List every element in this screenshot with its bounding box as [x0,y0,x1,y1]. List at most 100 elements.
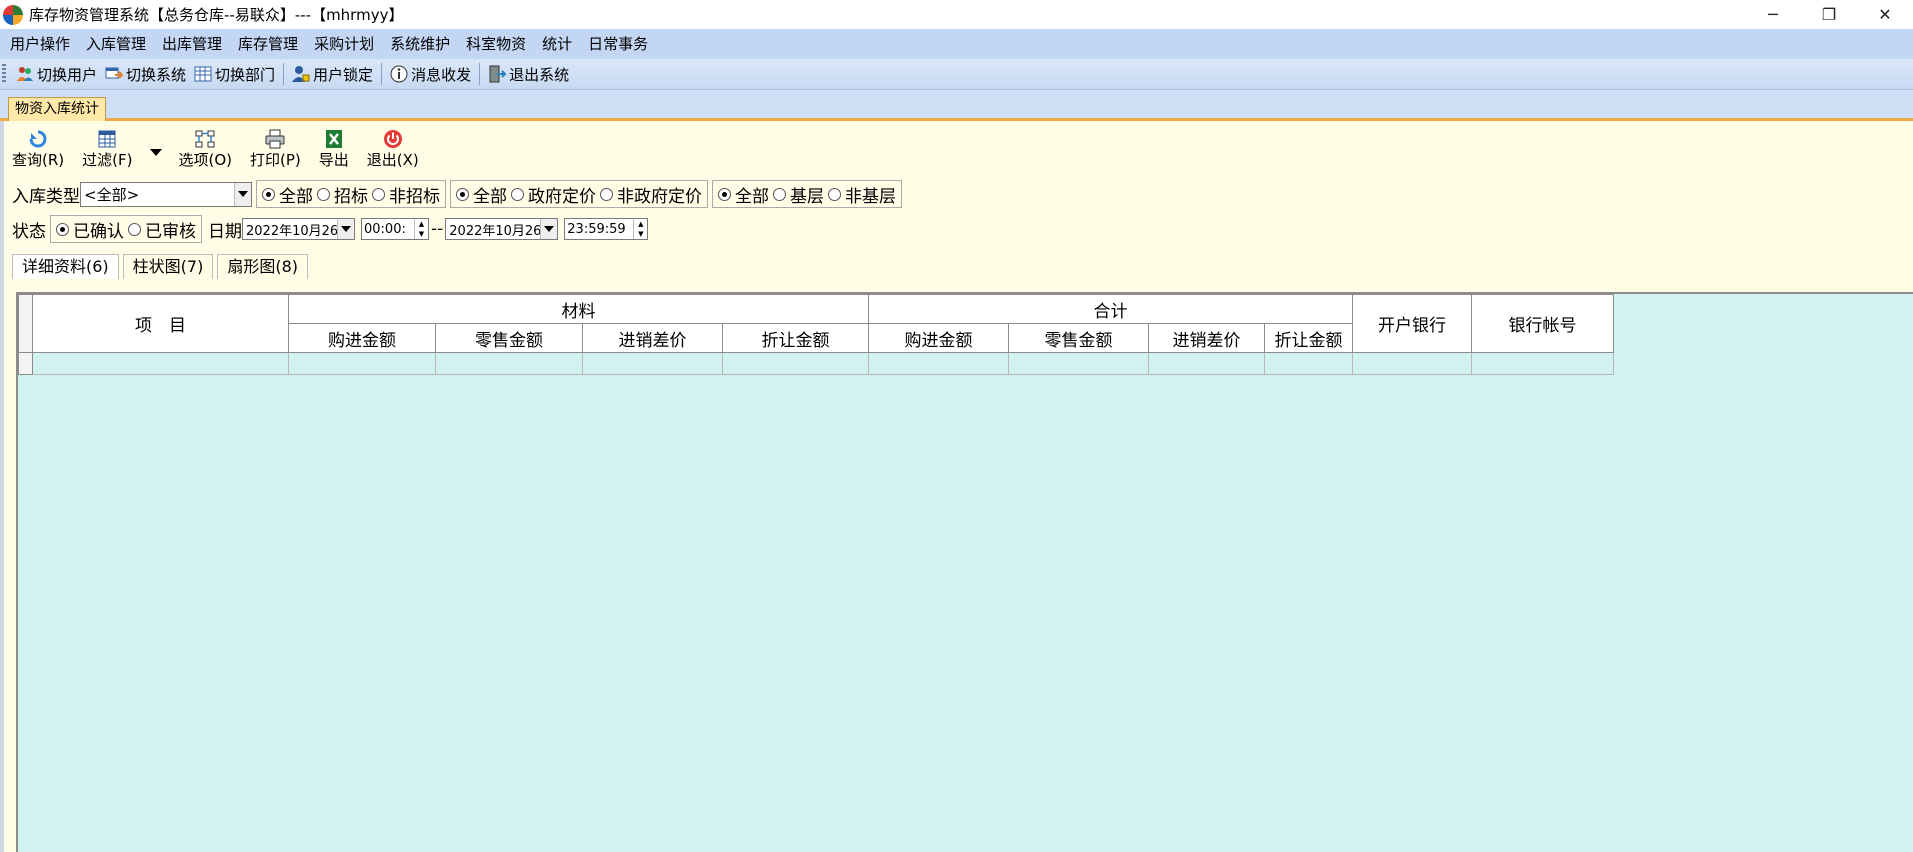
spin-up-icon[interactable]: ▲ [415,219,428,229]
tab-bar-chart[interactable]: 柱状图(7) [122,254,214,279]
col-bank[interactable]: 开户银行 [1352,294,1472,353]
menu-system-maintenance[interactable]: 系统维护 [382,29,458,59]
info-icon [390,65,408,83]
table-cell[interactable] [1471,352,1614,375]
col-total-discount[interactable]: 折让金额 [1264,323,1353,353]
col-total-retail[interactable]: 零售金额 [1008,323,1149,353]
exit-system-label: 退出系统 [509,65,570,84]
printer-icon [264,129,286,149]
spin-up-icon[interactable]: ▲ [634,219,647,229]
audited-radio[interactable]: 已审核 [126,217,196,242]
app-logo-icon [3,4,23,25]
table-cell[interactable] [722,352,869,375]
tab-details[interactable]: 详细资料(6) [12,254,119,279]
tab-pie-chart[interactable]: 扇形图(8) [217,254,309,279]
col-material-purchase[interactable]: 购进金额 [288,323,436,353]
non-base-level-radio[interactable]: 非基层 [826,182,896,207]
col-material-discount[interactable]: 折让金额 [722,323,869,353]
menu-dept-materials[interactable]: 科室物资 [458,29,534,59]
table-cell[interactable] [435,352,583,375]
non-bid-radio[interactable]: 非招标 [370,182,440,207]
query-button[interactable]: 查询(R) [12,129,64,173]
user-lock-icon [292,65,310,83]
level-all-radio[interactable]: 全部 [716,182,769,207]
time-to-spinner[interactable]: 23:59:59 ▲ ▼ [564,218,649,240]
close-button[interactable]: ✕ [1857,0,1913,29]
lock-user-button[interactable]: 用户锁定 [288,61,377,87]
in-type-select[interactable]: <全部> [80,181,252,207]
confirmed-radio[interactable]: 已确认 [54,217,124,242]
spinner-buttons[interactable]: ▲ ▼ [633,219,647,239]
switch-system-label: 切换系统 [126,65,187,84]
menu-inventory[interactable]: 库存管理 [230,29,306,59]
col-account[interactable]: 银行帐号 [1471,294,1614,353]
menu-purchase-plan[interactable]: 采购计划 [306,29,382,59]
gov-price-radio[interactable]: 政府定价 [509,182,596,207]
table-cell[interactable] [288,352,436,375]
print-label: 打印(P) [250,151,301,169]
date-from-picker[interactable]: 2022年10月26 [242,218,355,240]
radio-selected-icon [718,187,731,201]
table-cell[interactable] [1352,352,1472,375]
table-cell[interactable] [32,352,289,375]
switch-system-button[interactable]: 切换系统 [101,61,190,87]
filter-button[interactable]: 过滤(F) [82,129,132,173]
table-cell[interactable] [868,352,1009,375]
minimize-button[interactable]: ─ [1745,0,1801,29]
tab-inbound-statistics[interactable]: 物资入库统计 [8,97,106,121]
date-label: 日期 [208,221,242,242]
table-cell[interactable] [1148,352,1265,375]
menu-daily-affairs[interactable]: 日常事务 [580,29,656,59]
col-group-material: 材料 [288,294,869,324]
options-label: 选项(O) [178,151,232,169]
row-indicator[interactable] [18,352,33,375]
date-to-value: 2022年10月26 [449,223,541,239]
spinner-buttons[interactable]: ▲ ▼ [414,219,428,239]
date-range-separator: -- [431,219,444,239]
refresh-icon [27,129,49,149]
col-material-retail[interactable]: 零售金额 [435,323,583,353]
table-row[interactable] [18,352,1614,375]
messages-button[interactable]: 消息收发 [386,61,475,87]
base-level-radio[interactable]: 基层 [771,182,824,207]
table-cell[interactable] [1008,352,1149,375]
filter-row-type: 入库类型 <全部> 全部 招标 非招标 全部 政府定价 非政府定价 全部 基层 … [12,180,902,208]
bid-all-radio[interactable]: 全部 [260,182,313,207]
chevron-down-icon[interactable] [234,182,251,206]
non-gov-price-radio[interactable]: 非政府定价 [598,182,702,207]
filter-dropdown-arrow[interactable] [150,149,163,156]
print-button[interactable]: 打印(P) [250,129,301,173]
exit-button[interactable]: 退出(X) [367,129,419,173]
options-button[interactable]: 选项(O) [178,129,232,173]
time-from-spinner[interactable]: 00:00: ▲ ▼ [361,218,429,240]
menu-outbound[interactable]: 出库管理 [154,29,230,59]
spin-down-icon[interactable]: ▼ [415,229,428,239]
chevron-down-icon[interactable] [337,219,354,239]
menu-user-ops[interactable]: 用户操作 [2,29,78,59]
col-total-purchase[interactable]: 购进金额 [868,323,1009,353]
switch-user-button[interactable]: 切换用户 [12,61,101,87]
col-item[interactable]: 项 目 [32,294,289,353]
data-grid[interactable]: 项 目 材料 合计 开户银行 银行帐号 购进金额 零售金额 进销差价 折让金额 … [16,292,1913,852]
exit-system-button[interactable]: 退出系统 [484,61,573,87]
menu-statistics[interactable]: 统计 [534,29,580,59]
date-to-picker[interactable]: 2022年10月26 [445,218,559,240]
table-cell[interactable] [1264,352,1353,375]
price-radio-group: 全部 政府定价 非政府定价 [450,180,708,208]
time-to-value: 23:59:59 [567,221,626,237]
bid-radio[interactable]: 招标 [315,182,368,207]
menu-inbound[interactable]: 入库管理 [78,29,154,59]
switch-dept-button[interactable]: 切换部门 [190,61,279,87]
chevron-down-icon[interactable] [540,219,558,239]
price-all-radio[interactable]: 全部 [454,182,507,207]
table-cell[interactable] [582,352,723,375]
toolbar-grip[interactable] [2,64,6,84]
base-level-label: 基层 [790,186,824,207]
title-bar: 库存物资管理系统【总务仓库--易联众】---【mhrmyy】 ─ ❐ ✕ [0,0,1913,29]
col-material-margin[interactable]: 进销差价 [582,323,723,353]
restore-button[interactable]: ❐ [1801,0,1857,29]
export-button[interactable]: 导出 [319,129,349,173]
department-icon [194,65,212,83]
spin-down-icon[interactable]: ▼ [634,229,647,239]
col-total-margin[interactable]: 进销差价 [1148,323,1265,353]
